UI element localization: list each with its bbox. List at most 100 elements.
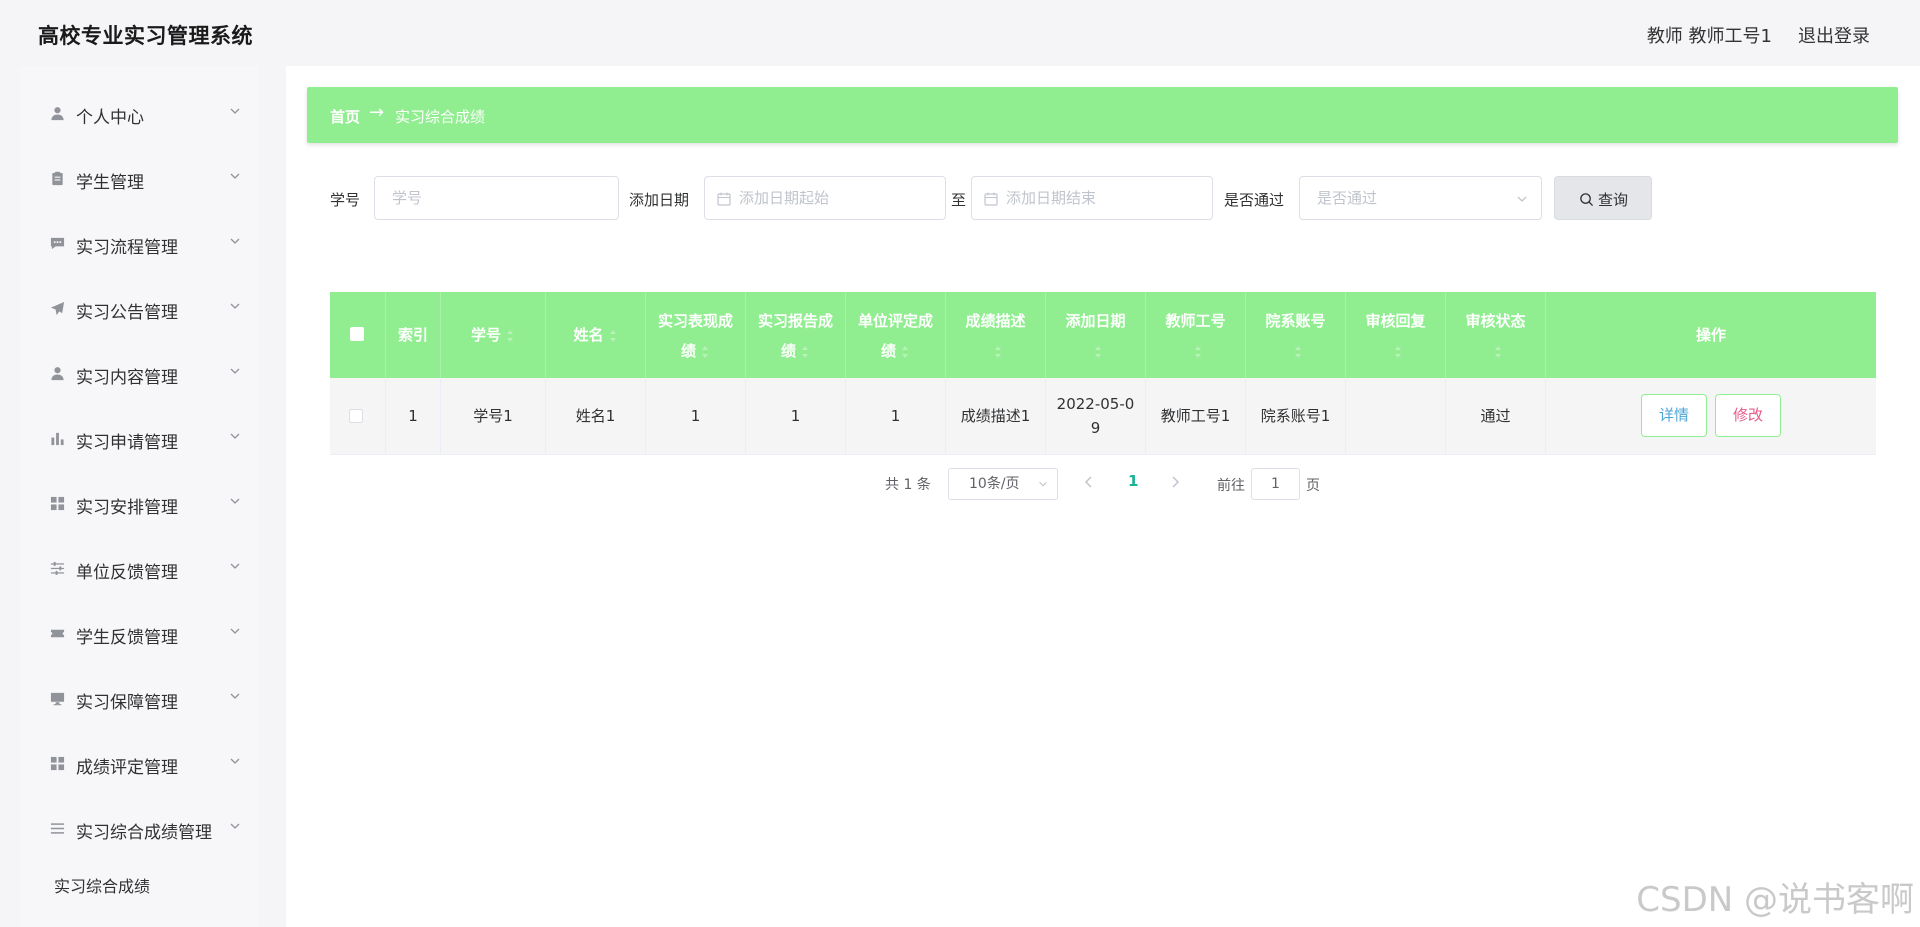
sort-icon[interactable] [993, 345, 1003, 359]
sidebar-item-label: 实习流程管理 [76, 238, 178, 258]
menu-icon [50, 823, 65, 834]
watermark: CSDN @说书客啊 [1636, 880, 1914, 920]
prev-page-icon[interactable] [1082, 474, 1096, 490]
sidebar-item-label: 实习安排管理 [76, 498, 178, 518]
sort-icon[interactable] [900, 345, 910, 359]
logout-link[interactable]: 退出登录 [1798, 22, 1870, 48]
breadcrumb-home[interactable]: 首页 [330, 106, 360, 127]
sidebar-item-content[interactable]: 实习内容管理 [20, 342, 258, 407]
sort-icon[interactable] [700, 345, 710, 359]
chevron-down-icon [230, 368, 240, 374]
date-end-input[interactable]: 添加日期结束 [971, 176, 1213, 220]
search-button[interactable]: 查询 [1554, 176, 1652, 220]
select-all-checkbox[interactable] [350, 327, 364, 341]
date-label: 添加日期 [629, 191, 690, 209]
chevron-down-icon [230, 498, 240, 504]
bar-chart-icon [51, 432, 64, 446]
student-id-placeholder: 学号 [392, 189, 423, 207]
sidebar-item-comprehensive-grade[interactable]: 实习综合成绩管理 [20, 797, 258, 862]
sort-icon[interactable] [505, 329, 515, 343]
chevron-down-icon [1039, 481, 1047, 487]
monitor-icon [50, 692, 65, 706]
column-header-unit[interactable]: 单位评定成绩 [846, 292, 946, 378]
sort-icon[interactable] [608, 329, 618, 343]
column-header-performance[interactable]: 实习表现成绩 [646, 292, 746, 378]
sidebar-item-personal-center[interactable]: 个人中心 [20, 82, 258, 147]
sidebar-menu: 个人中心 学生管理 实习流程管理 实习公告管理 实习内容管理 实习申请管理 实习… [20, 66, 258, 927]
chevron-down-icon [230, 758, 240, 764]
goto-page-input[interactable]: 1 [1251, 468, 1300, 500]
calendar-icon [717, 192, 731, 206]
goto-label: 前往 [1217, 478, 1245, 494]
column-header-student-id[interactable]: 学号 [441, 292, 546, 378]
sidebar-item-label: 单位反馈管理 [76, 563, 178, 583]
table-row: 1 学号1 姓名1 1 1 1 成绩描述1 2022-05-09 教师工号1 院… [330, 378, 1876, 455]
top-bar: 高校专业实习管理系统 教师 教师工号1 退出登录 [0, 0, 1920, 66]
clipboard-icon [52, 171, 63, 186]
pass-select[interactable]: 是否通过 [1299, 176, 1542, 220]
chat-icon [50, 237, 65, 250]
breadcrumb-current: 实习综合成绩 [395, 108, 486, 126]
sidebar-item-support[interactable]: 实习保障管理 [20, 667, 258, 732]
cell-performance: 1 [646, 378, 746, 455]
sidebar-item-notice[interactable]: 实习公告管理 [20, 277, 258, 342]
detail-button[interactable]: 详情 [1641, 394, 1707, 437]
page-size-select[interactable]: 10条/页 [948, 468, 1058, 500]
chevron-down-icon [1517, 196, 1527, 202]
pagination-total: 共 1 条 [885, 477, 931, 493]
row-checkbox[interactable] [349, 409, 363, 423]
next-page-icon[interactable] [1168, 474, 1182, 490]
sidebar-item-label: 学生反馈管理 [76, 628, 178, 648]
sort-icon[interactable] [1193, 345, 1203, 359]
student-id-input[interactable]: 学号 [374, 176, 619, 220]
search-icon [1580, 193, 1594, 207]
sidebar-item-unit-feedback[interactable]: 单位反馈管理 [20, 537, 258, 602]
chevron-down-icon [230, 173, 240, 179]
cell-report: 1 [746, 378, 846, 455]
column-header-status[interactable]: 审核状态 [1446, 292, 1546, 378]
grid-icon [50, 496, 65, 511]
column-header-teacher[interactable]: 教师工号 [1146, 292, 1246, 378]
send-icon [50, 301, 65, 316]
sidebar-item-label: 实习公告管理 [76, 303, 178, 323]
page-number[interactable]: 1 [1128, 472, 1138, 490]
column-header-name[interactable]: 姓名 [546, 292, 646, 378]
cell-status: 通过 [1446, 378, 1546, 455]
sidebar-item-label: 实习内容管理 [76, 368, 178, 388]
table-header: 索引 学号 姓名 实习表现成绩 实习报告成绩 单位评定成绩 成绩描述 添加日期 … [330, 292, 1876, 378]
column-header-report[interactable]: 实习报告成绩 [746, 292, 846, 378]
column-header-date[interactable]: 添加日期 [1046, 292, 1146, 378]
sidebar-item-process[interactable]: 实习流程管理 [20, 212, 258, 277]
date-start-placeholder: 添加日期起始 [739, 189, 830, 207]
date-start-input[interactable]: 添加日期起始 [704, 176, 946, 220]
chevron-down-icon [230, 628, 240, 634]
sort-icon[interactable] [800, 345, 810, 359]
column-header-reply[interactable]: 审核回复 [1346, 292, 1446, 378]
column-header-actions: 操作 [1695, 326, 1726, 344]
sort-icon[interactable] [1093, 345, 1103, 359]
edit-button[interactable]: 修改 [1715, 394, 1781, 437]
cell-description: 成绩描述1 [946, 378, 1046, 455]
sidebar-item-label: 实习综合成绩管理 [76, 823, 212, 843]
sort-icon[interactable] [1393, 345, 1403, 359]
grid-icon [50, 756, 65, 771]
cell-teacher: 教师工号1 [1146, 378, 1246, 455]
ticket-icon [50, 629, 65, 638]
sidebar-item-application[interactable]: 实习申请管理 [20, 407, 258, 472]
sidebar-item-label: 成绩评定管理 [76, 758, 178, 778]
sidebar-item-arrangement[interactable]: 实习安排管理 [20, 472, 258, 537]
sidebar-item-student-feedback[interactable]: 学生反馈管理 [20, 602, 258, 667]
sidebar-item-label: 实习保障管理 [76, 693, 178, 713]
breadcrumb-arrow-icon: → [369, 102, 385, 123]
sidebar-item-label: 个人中心 [76, 108, 144, 128]
sidebar-item-student[interactable]: 学生管理 [20, 147, 258, 212]
column-header-description[interactable]: 成绩描述 [946, 292, 1046, 378]
cell-date: 2022-05-09 [1046, 378, 1146, 455]
breadcrumb: 首页 → 实习综合成绩 [307, 87, 1898, 143]
sort-icon[interactable] [1293, 345, 1303, 359]
sidebar-item-grade-evaluation[interactable]: 成绩评定管理 [20, 732, 258, 797]
user-icon [51, 107, 64, 121]
sort-icon[interactable] [1493, 345, 1503, 359]
sidebar-subitem-comprehensive-grade[interactable]: 实习综合成绩 [54, 873, 150, 897]
column-header-dept[interactable]: 院系账号 [1246, 292, 1346, 378]
